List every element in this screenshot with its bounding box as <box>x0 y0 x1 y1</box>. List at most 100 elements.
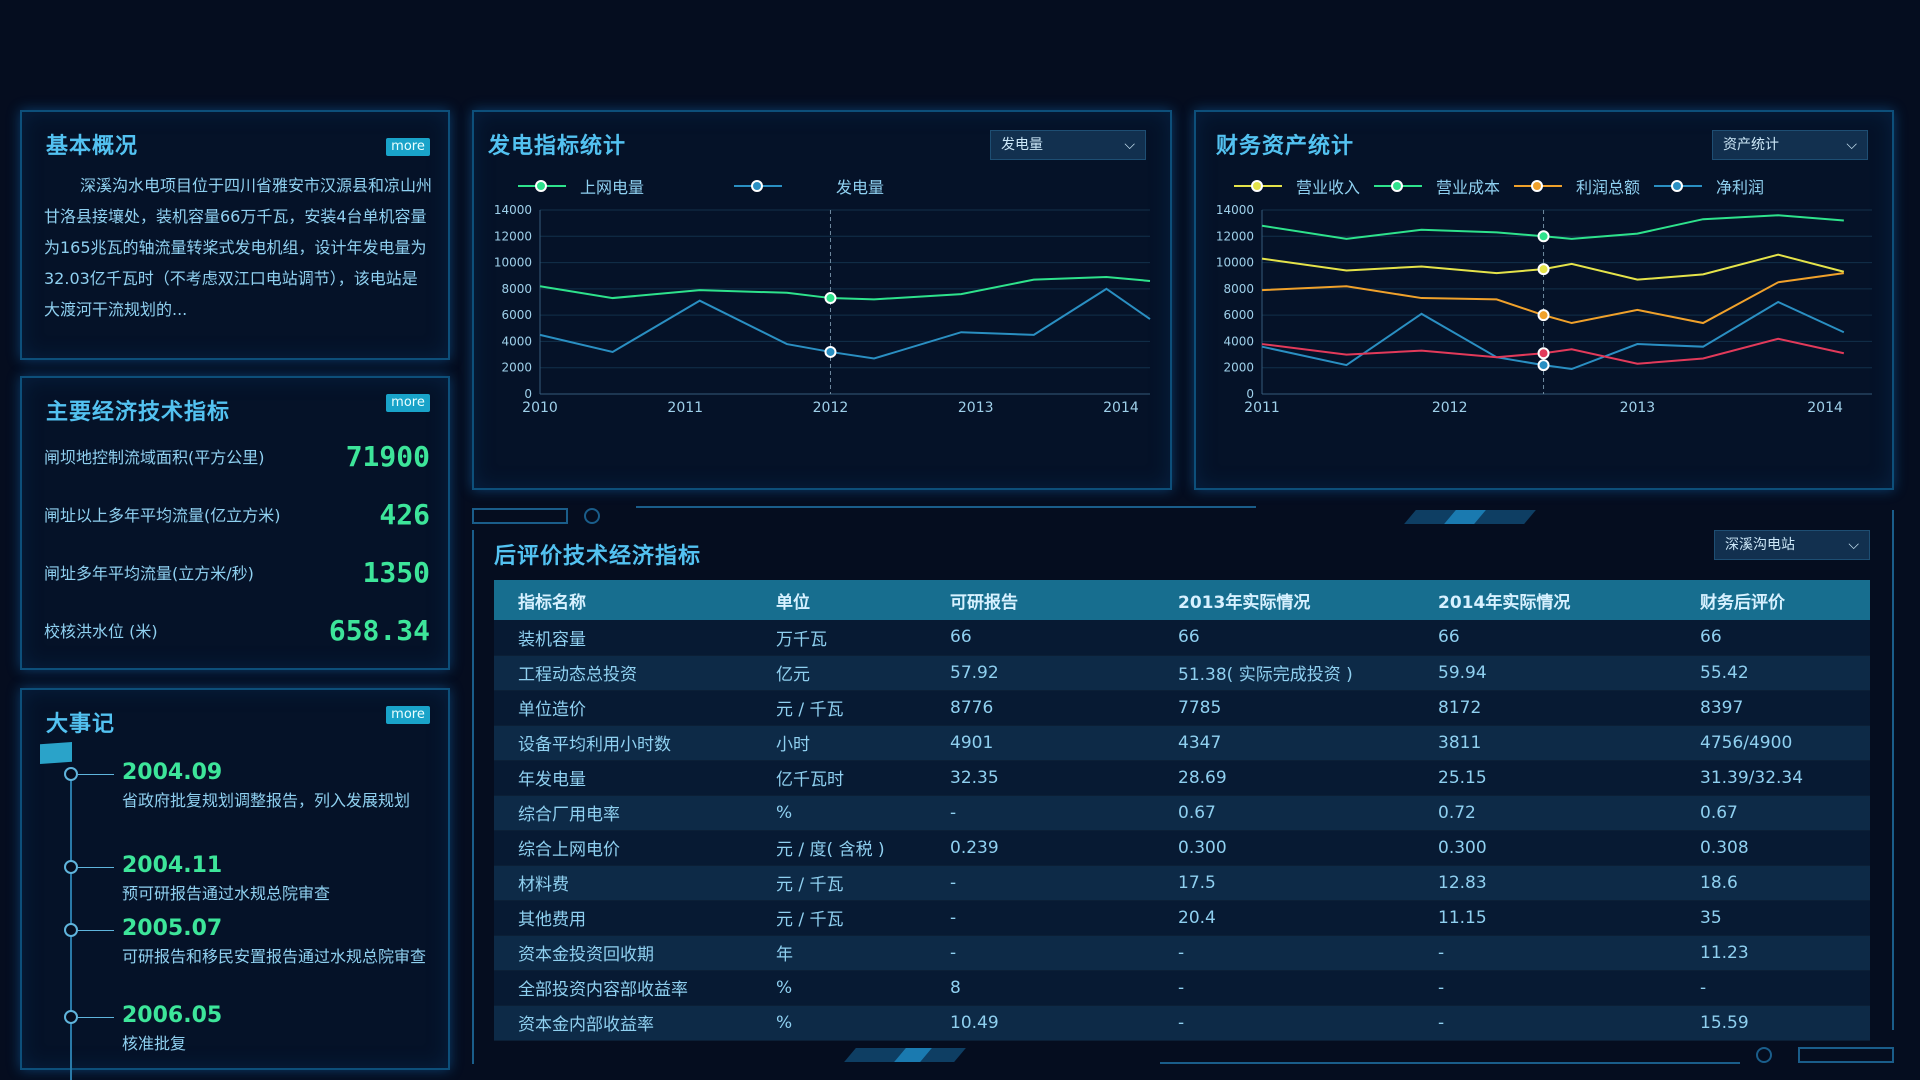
data-point <box>1537 359 1550 372</box>
station-dropdown-value: 深溪沟电站 <box>1725 537 1795 553</box>
legend-item[interactable]: 营业收入 <box>1234 174 1360 198</box>
table-cell: % <box>752 1005 926 1041</box>
legend-line-icon <box>518 180 566 192</box>
table-cell: 亿千瓦时 <box>752 760 926 796</box>
timeline-node-icon <box>64 767 78 781</box>
table-cell: 年发电量 <box>494 760 752 796</box>
timeline-tick <box>78 1017 114 1018</box>
legend-label: 上网电量 <box>580 178 645 197</box>
table-row: 年发电量 亿千瓦时 32.35 28.69 25.15 31.39/32.34 <box>494 760 1870 796</box>
table-cell: 55.42 <box>1676 655 1870 691</box>
x-tick-label: 2010 <box>522 400 558 416</box>
overview-title: 基本概况 <box>46 134 139 159</box>
indicator-row: 闸址多年平均流量(立方米/秒) 1350 <box>44 552 430 592</box>
table-cell: 51.38( 实际完成投资 ) <box>1154 655 1414 691</box>
table-cell: 17.5 <box>1154 865 1414 901</box>
table-cell: 年 <box>752 935 926 971</box>
indicator-label: 闸址多年平均流量(立方米/秒) <box>44 564 254 583</box>
events-title: 大事记 <box>46 712 116 737</box>
column-header: 2014年实际情况 <box>1414 580 1676 620</box>
legend-item[interactable]: 营业成本 <box>1374 174 1500 198</box>
legend-label: 净利润 <box>1716 178 1765 197</box>
legend-label: 利润总额 <box>1576 178 1641 197</box>
table-row: 资本金内部收益率% 10.49- -15.59 <box>494 1005 1870 1041</box>
x-tick-label: 2011 <box>1244 400 1280 416</box>
event-date: 2004.11 <box>122 853 223 878</box>
power-panel: 发电指标统计 发电量 ⌵ 上网电量 发电量 0 2000 4000 6000 8000 1… <box>472 110 1172 490</box>
post-eval-table: 指标名称 单位 可研报告 2013年实际情况 2014年实际情况 财务后评价 装… <box>494 580 1870 1041</box>
legend-item[interactable]: 净利润 <box>1654 174 1764 198</box>
series-line <box>1261 214 1844 240</box>
y-tick-label: 12000 <box>494 229 532 243</box>
legend-line-icon <box>734 180 783 192</box>
post-eval-title: 后评价技术经济指标 <box>494 544 702 569</box>
table-cell: 66 <box>1154 620 1414 656</box>
legend-line-icon <box>1654 180 1703 192</box>
data-point <box>824 345 837 358</box>
table-cell: 元 / 千瓦 <box>752 690 926 726</box>
indicator-value: 426 <box>379 497 430 531</box>
table-cell: 32.35 <box>926 760 1154 796</box>
event-date: 2006.05 <box>122 1003 223 1028</box>
table-cell: - <box>1414 1005 1676 1041</box>
table-cell: 59.94 <box>1414 655 1676 691</box>
chevron-down-icon: ⌵ <box>1846 137 1857 153</box>
legend-line-icon <box>1514 180 1563 192</box>
series-line <box>1261 300 1845 371</box>
column-header: 指标名称 <box>494 580 752 620</box>
table-cell: 0.300 <box>1414 830 1676 866</box>
finance-panel: 财务资产统计 资产统计 ⌵ 营业收入 营业成本 利润总额 净利润 0 2000 40… <box>1194 110 1894 490</box>
table-cell: 66 <box>926 620 1154 656</box>
y-tick-label: 0 <box>524 387 532 401</box>
legend-item[interactable]: 上网电量 <box>518 174 644 198</box>
x-tick-label: 2014 <box>1103 400 1139 416</box>
table-row: 其他费用元 / 千瓦 -20.4 11.15 35 <box>494 900 1870 936</box>
y-tick-label: 2000 <box>501 361 532 375</box>
table-cell: 4347 <box>1154 725 1414 761</box>
timeline-tick <box>78 930 114 931</box>
legend-item[interactable]: 利润总额 <box>1514 174 1640 198</box>
chevron-down-icon: ⌵ <box>1848 537 1859 553</box>
finance-line-chart: 0 2000 4000 6000 8000 10000 12000 14000 2011 2012… <box>1216 203 1872 416</box>
overview-more-button[interactable]: more <box>386 138 430 156</box>
station-dropdown[interactable]: 深溪沟电站 ⌵ <box>1714 530 1870 560</box>
table-cell: - <box>926 865 1154 901</box>
table-cell: 12.83 <box>1414 865 1676 901</box>
power-dropdown[interactable]: 发电量 ⌵ <box>990 130 1146 160</box>
table-cell: 0.239 <box>926 830 1154 866</box>
table-cell: 设备平均利用小时数 <box>494 725 752 761</box>
y-tick-label: 8000 <box>501 282 532 296</box>
event-desc: 可研报告和移民安置报告通过水规总院审查 <box>122 947 427 966</box>
overview-panel: 基本概况 more 深溪沟水电项目位于四川省雅安市汉源县和凉山州甘洛县接壤处，装… <box>20 110 450 360</box>
table-cell: 0.300 <box>1154 830 1414 866</box>
table-cell: 11.23 <box>1676 935 1870 971</box>
legend-item[interactable]: 发电量 <box>734 174 884 198</box>
table-cell: 28.69 <box>1154 760 1414 796</box>
events-more-button[interactable]: more <box>386 706 430 724</box>
power-title: 发电指标统计 <box>488 134 627 159</box>
table-cell: - <box>1414 935 1676 971</box>
table-cell: 元 / 千瓦 <box>752 900 926 936</box>
timeline-tick <box>78 774 114 775</box>
table-cell: - <box>926 935 1154 971</box>
table-cell: 单位造价 <box>494 690 752 726</box>
indicators-more-button[interactable]: more <box>386 394 430 412</box>
table-cell: - <box>1154 935 1414 971</box>
finance-dropdown[interactable]: 资产统计 ⌵ <box>1712 130 1868 160</box>
y-tick-label: 12000 <box>1216 229 1254 243</box>
indicator-label: 闸址以上多年平均流量(亿立方米) <box>44 506 281 525</box>
table-cell: 0.308 <box>1676 830 1870 866</box>
x-tick-label: 2013 <box>1620 400 1656 416</box>
table-cell: 资本金投资回收期 <box>494 935 752 971</box>
decor-line <box>472 530 474 1064</box>
data-point <box>1537 230 1550 243</box>
data-point <box>824 292 837 305</box>
decor-line <box>636 506 1256 508</box>
table-cell: 0.67 <box>1154 795 1414 831</box>
table-cell: 综合上网电价 <box>494 830 752 866</box>
x-tick-label: 2014 <box>1807 400 1843 416</box>
table-row: 综合厂用电率% -0.67 0.72 0.67 <box>494 795 1870 831</box>
decor-circle-icon <box>1756 1047 1772 1063</box>
data-point <box>1537 263 1550 276</box>
decor-circle-icon <box>584 508 600 524</box>
